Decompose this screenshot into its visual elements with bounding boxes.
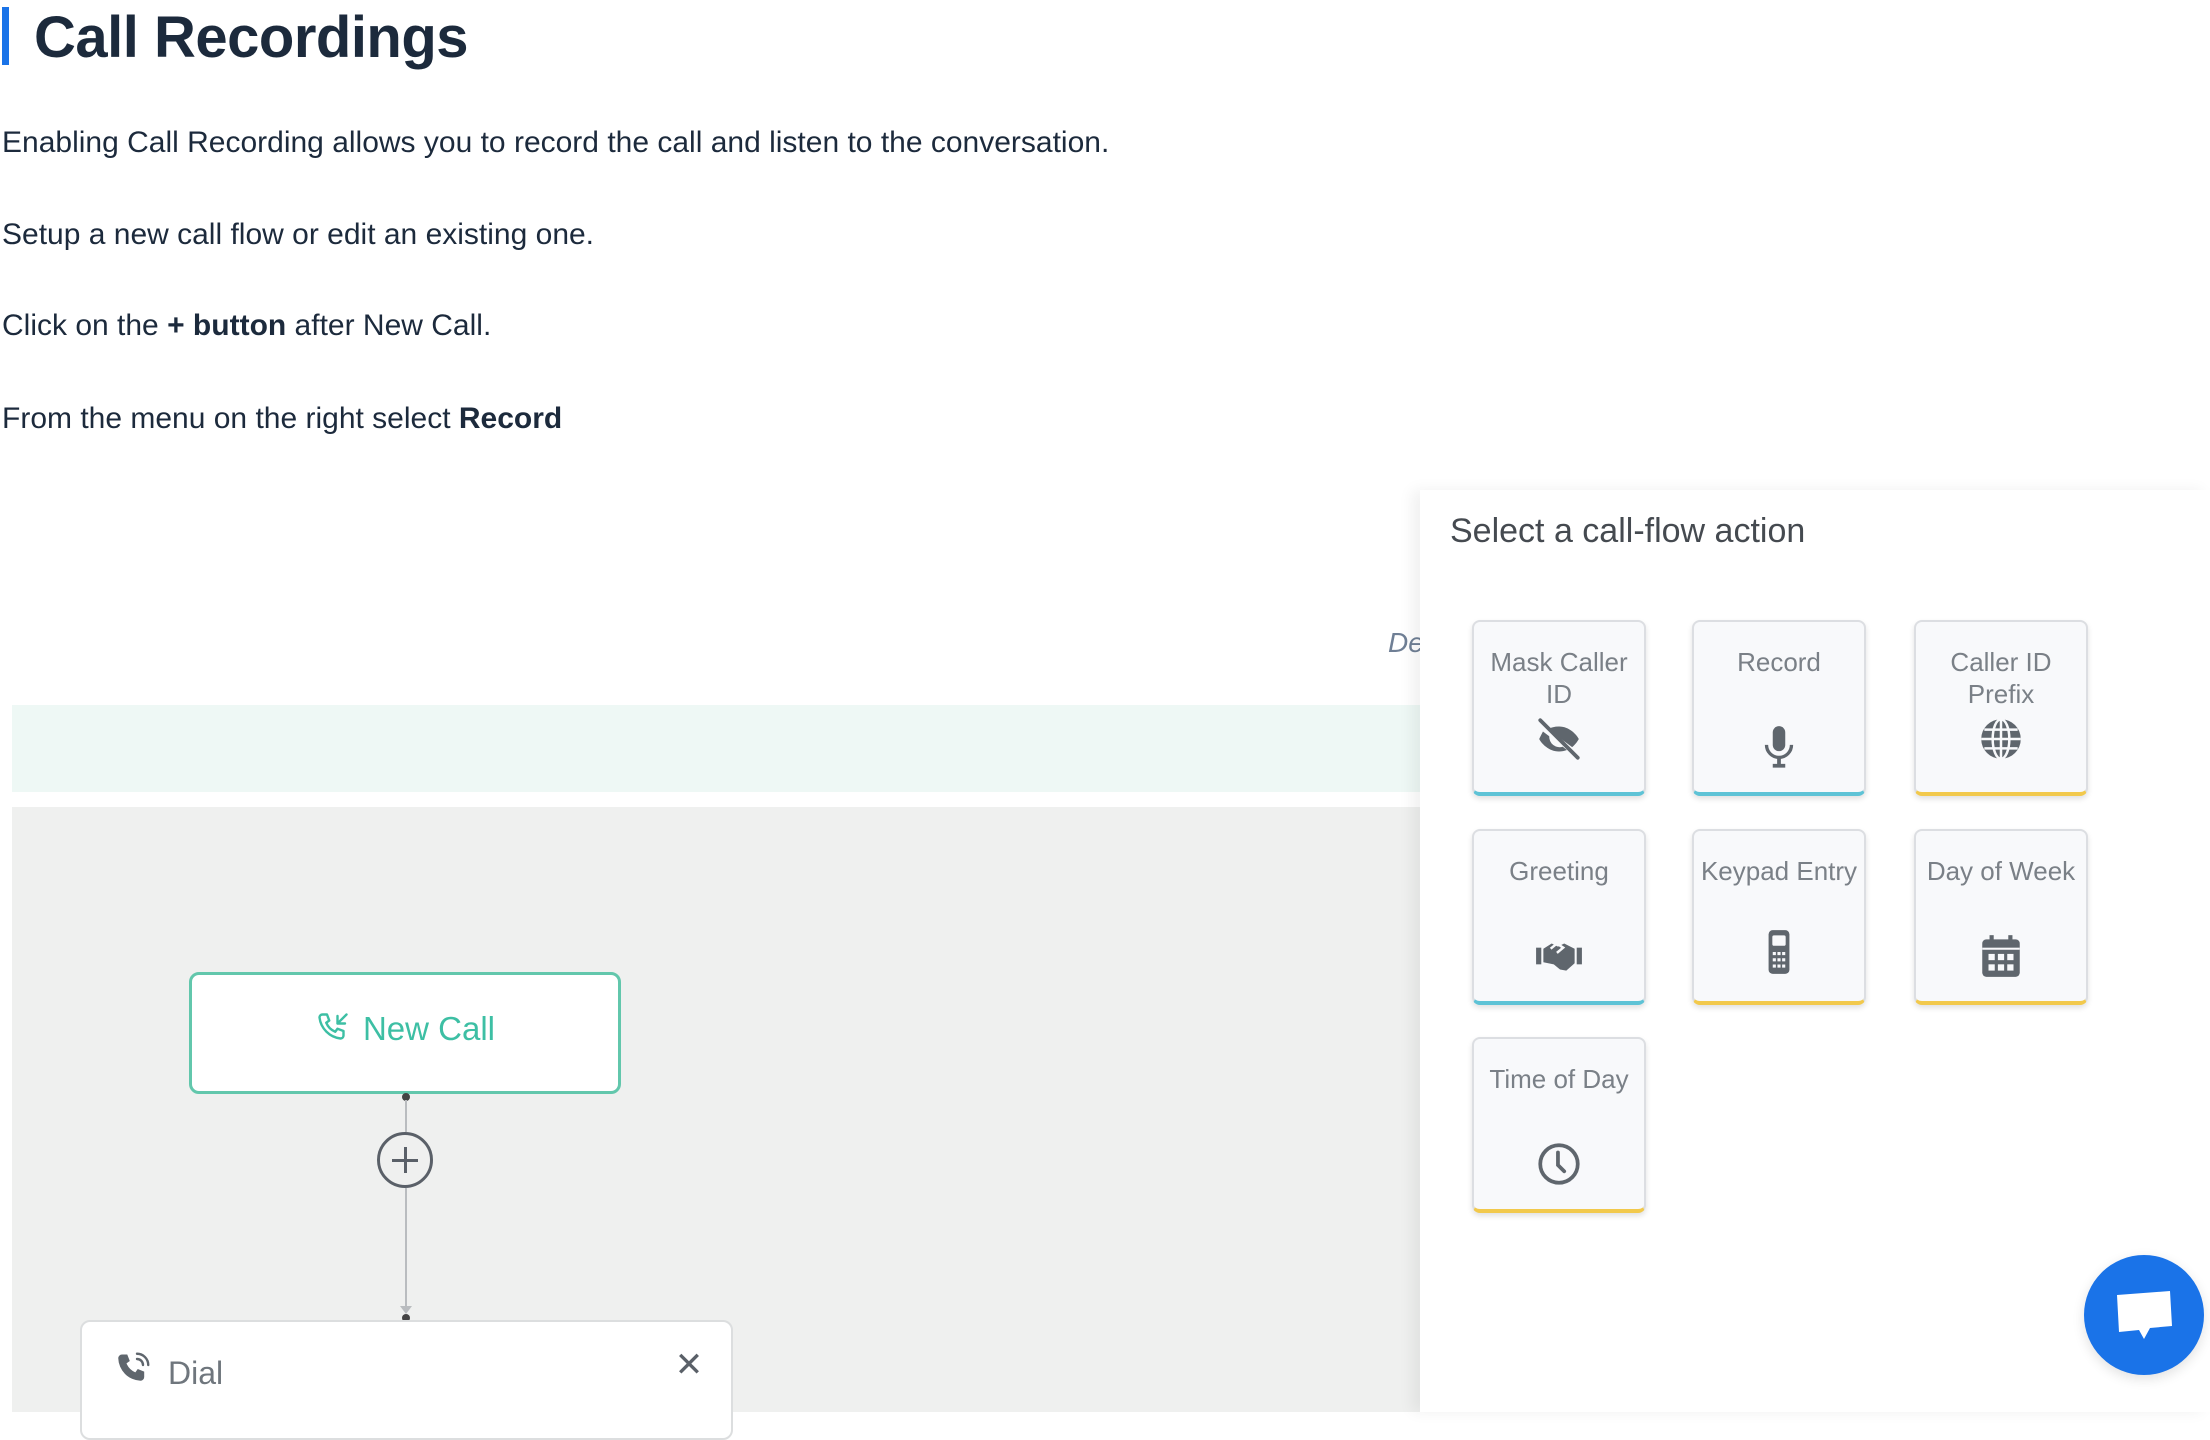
truncated-label: De [1388, 627, 1420, 658]
new-call-node[interactable]: New Call [189, 972, 621, 1094]
heading-accent-bar [2, 7, 9, 65]
calendar-icon [1976, 931, 2026, 981]
action-tile-greeting[interactable]: Greeting [1472, 829, 1646, 1005]
tile-label: Mask Caller ID [1490, 647, 1628, 709]
phone-ringing-icon [118, 1352, 150, 1381]
action-tile-keypad-entry[interactable]: Keypad Entry [1692, 829, 1866, 1005]
connector-line [405, 1100, 407, 1132]
select-record-paragraph: From the menu on the right select Record [2, 401, 562, 437]
dial-label: Dial [168, 1355, 224, 1391]
intro-paragraph: Enabling Call Recording allows you to re… [2, 126, 1110, 159]
setup-paragraph: Setup a new call flow or edit an existin… [2, 218, 595, 251]
text: From the menu on the right select [2, 402, 459, 435]
tile-label: Day of Week [1926, 856, 2076, 886]
action-tile-mask-caller-id[interactable]: Mask Caller ID [1472, 620, 1646, 796]
clock-icon [1534, 1139, 1584, 1189]
action-tile-time-of-day[interactable]: Time of Day [1472, 1037, 1646, 1213]
tile-label: Time of Day [1489, 1064, 1629, 1094]
bold-text: Record [458, 402, 563, 435]
connector-line [405, 1188, 407, 1308]
eye-slash-icon [1534, 714, 1584, 764]
globe-icon [1976, 714, 2026, 764]
tile-label: Keypad Entry [1700, 856, 1858, 886]
handshake-icon [1534, 931, 1584, 981]
tile-label: Greeting [1509, 856, 1609, 886]
action-tile-caller-id-prefix[interactable]: Caller ID Prefix [1914, 620, 2088, 796]
action-panel: Select a call-flow action Mask Caller ID… [1420, 490, 2210, 1412]
panel-title: Select a call-flow action [1450, 512, 1806, 550]
editor-header-band [12, 705, 1420, 792]
chat-bubble-icon [2117, 1291, 2172, 1339]
microphone-icon [1754, 722, 1804, 772]
text: after New Call. [286, 309, 492, 342]
dial-node[interactable]: Dial ✕ [80, 1320, 733, 1440]
chat-widget-button[interactable] [2084, 1255, 2204, 1375]
page-title: Call Recordings [34, 5, 469, 70]
bold-text: + button [167, 309, 287, 342]
click-plus-paragraph: Click on the + button after New Call. [2, 308, 491, 344]
tile-label: Caller ID Prefix [1950, 647, 2052, 709]
text: Click on the [2, 309, 168, 342]
new-call-label: New Call [362, 1010, 496, 1047]
phone-incoming-icon [318, 1013, 348, 1040]
arrow-head-icon [400, 1306, 412, 1314]
tile-label: Record [1737, 647, 1821, 677]
close-icon[interactable]: ✕ [674, 1348, 704, 1382]
action-tile-record[interactable]: Record [1692, 620, 1866, 796]
add-step-button[interactable] [377, 1132, 433, 1188]
mobile-keypad-icon [1754, 927, 1804, 977]
action-tile-day-of-week[interactable]: Day of Week [1914, 829, 2088, 1005]
